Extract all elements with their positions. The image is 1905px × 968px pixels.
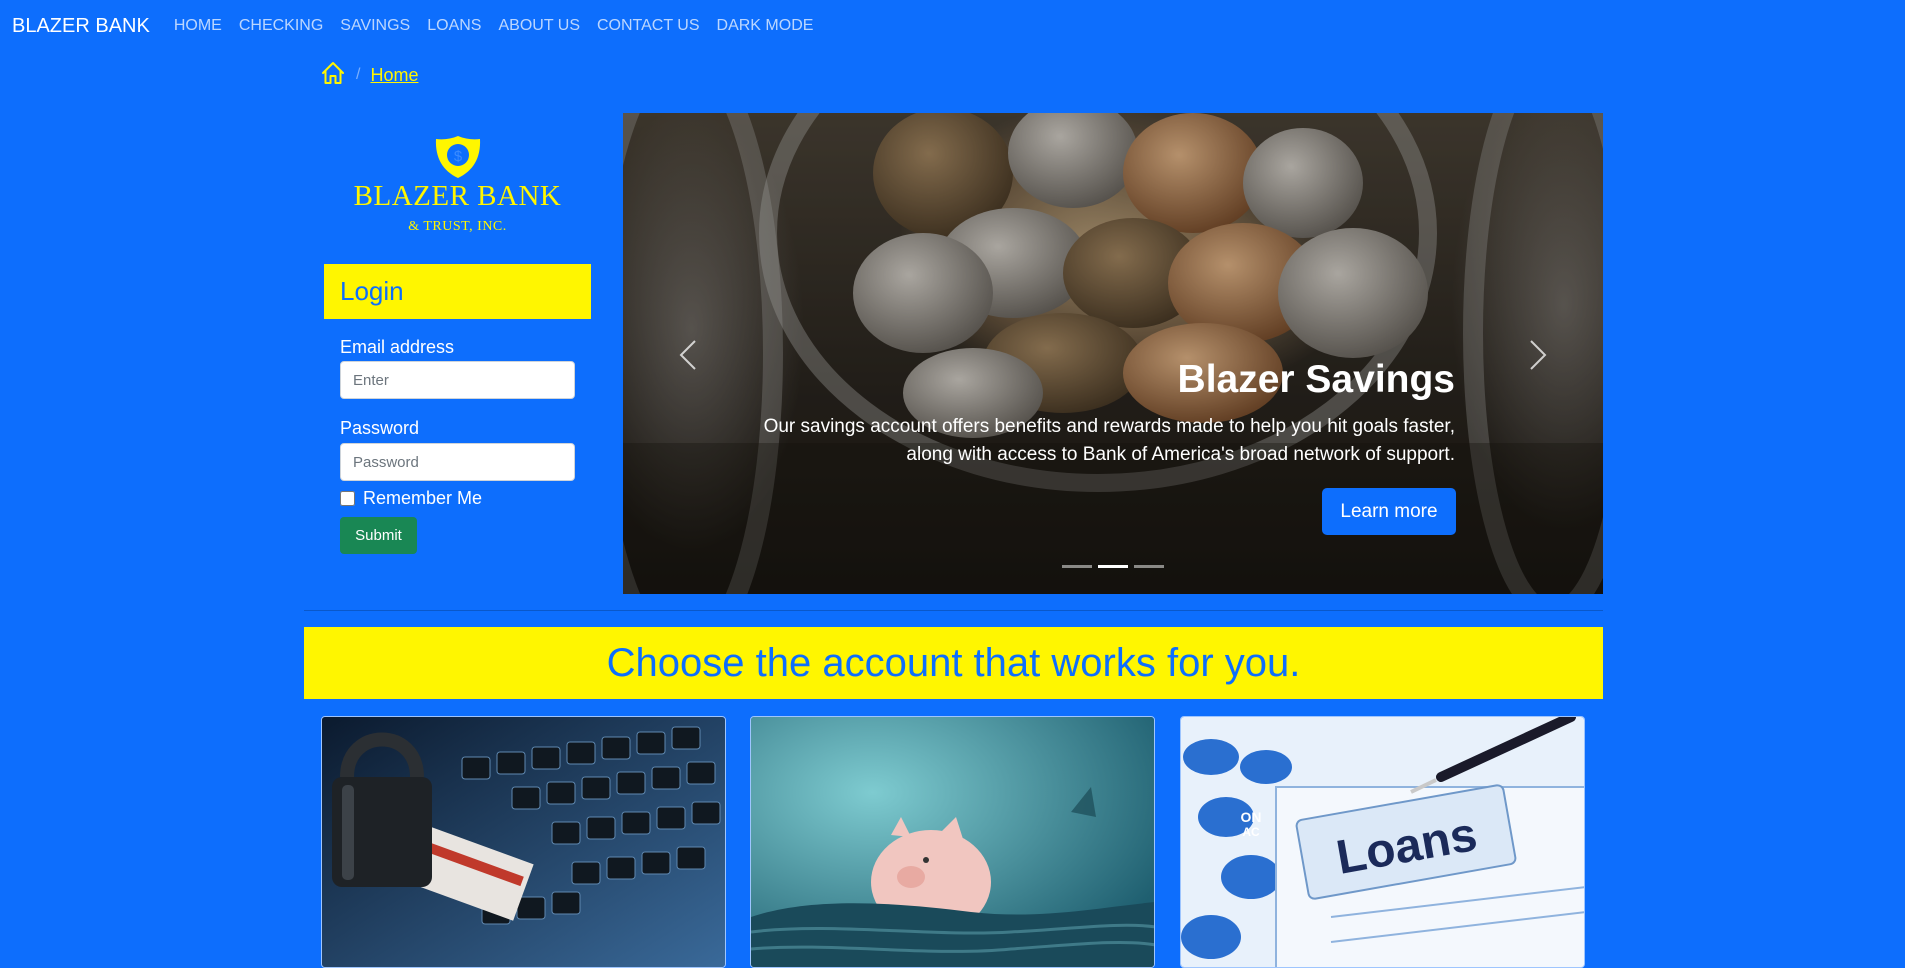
padlock-on-keyboard-image xyxy=(322,717,725,967)
email-field[interactable] xyxy=(340,361,575,399)
carousel-indicator-3[interactable] xyxy=(1134,565,1164,568)
card-savings[interactable] xyxy=(750,716,1155,968)
nav-link-contact-us[interactable]: CONTACT US xyxy=(597,17,700,35)
nav-link-home[interactable]: HOME xyxy=(174,17,222,35)
account-headline: Choose the account that works for you. xyxy=(304,627,1603,699)
password-label: Password xyxy=(340,418,420,438)
breadcrumb-home-link[interactable]: Home xyxy=(370,65,418,86)
carousel-indicator-1[interactable] xyxy=(1062,565,1092,568)
logo-subtitle: & TRUST, INC. xyxy=(408,219,507,234)
logo-title: BLAZER BANK xyxy=(353,180,562,212)
svg-text:$: $ xyxy=(453,148,462,165)
card-loans[interactable]: ON AC Loans xyxy=(1180,716,1585,968)
carousel-next-icon[interactable] xyxy=(1523,335,1553,375)
login-heading: Login xyxy=(324,264,591,319)
shield-icon: $ xyxy=(435,136,480,178)
carousel-indicator-2[interactable] xyxy=(1098,565,1128,568)
card-checking[interactable] xyxy=(321,716,726,968)
divider xyxy=(304,610,1603,611)
breadcrumb-separator: / xyxy=(356,66,361,83)
remember-me-label: Remember Me xyxy=(363,488,483,508)
learn-more-button[interactable]: Learn more xyxy=(1322,488,1456,535)
piggy-bank-image xyxy=(751,717,1154,967)
carousel-caption-text: Our savings account offers benefits and … xyxy=(763,416,1455,465)
carousel-indicators xyxy=(1062,565,1170,568)
nav-link-dark-mode[interactable]: DARK MODE xyxy=(717,17,814,35)
coin-jar-image xyxy=(623,113,1603,594)
nav-link-loans[interactable]: LOANS xyxy=(427,17,481,35)
carousel-caption-title: Blazer Savings xyxy=(1177,358,1455,401)
remember-me-checkbox[interactable] xyxy=(340,491,355,506)
navbar-brand[interactable]: BLAZER BANK xyxy=(12,15,150,38)
svg-text:AC: AC xyxy=(1242,825,1260,839)
nav-link-about-us[interactable]: ABOUT US xyxy=(498,17,580,35)
navbar: BLAZER BANK HOME CHECKING SAVINGS LOANS … xyxy=(0,0,1905,52)
nav-link-savings[interactable]: SAVINGS xyxy=(340,17,410,35)
breadcrumb: / Home xyxy=(320,60,418,90)
submit-button[interactable]: Submit xyxy=(340,517,417,554)
carousel-prev-icon[interactable] xyxy=(673,335,703,375)
house-icon[interactable] xyxy=(320,60,346,91)
svg-text:ON: ON xyxy=(1241,809,1262,825)
loans-folder-image: ON AC Loans xyxy=(1181,717,1584,967)
remember-me-row: Remember Me xyxy=(340,488,482,509)
email-label: Email address xyxy=(340,337,455,357)
password-field[interactable] xyxy=(340,443,575,481)
bank-logo: $ BLAZER BANK & TRUST, INC. xyxy=(350,134,565,244)
nav-link-checking[interactable]: CHECKING xyxy=(239,17,323,35)
carousel: Blazer Savings Our savings account offer… xyxy=(623,113,1603,594)
